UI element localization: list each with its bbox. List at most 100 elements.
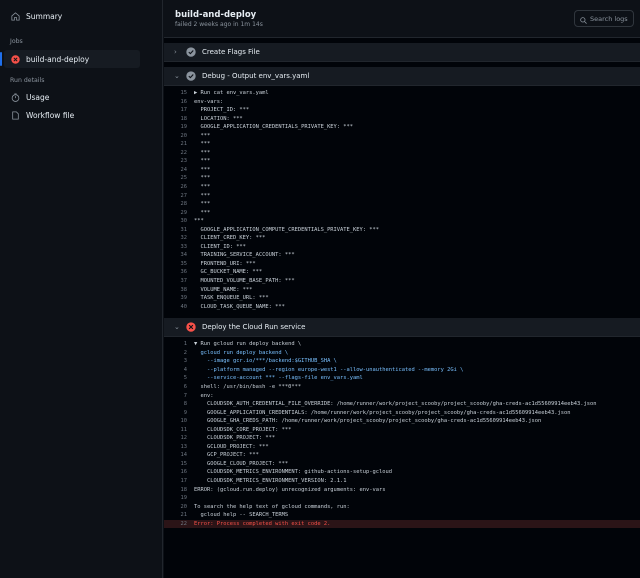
log-text: gcloud run deploy backend \ [194, 349, 289, 356]
line-number[interactable]: 19 [164, 123, 194, 132]
line-number[interactable]: 27 [164, 192, 194, 201]
line-number[interactable]: 39 [164, 294, 194, 303]
step-name: Create Flags File [202, 48, 260, 56]
line-number[interactable]: 36 [164, 268, 194, 277]
sidebar-item-summary[interactable]: Summary [0, 7, 162, 25]
line-number[interactable]: 13 [164, 443, 194, 452]
step-deploy-cloud-run[interactable]: ⌄ Deploy the Cloud Run service [164, 318, 640, 338]
line-number[interactable]: 28 [164, 200, 194, 209]
log-line: 25 *** [164, 174, 640, 183]
log-line: 15 ▶ Run cat env_vars.yaml [164, 89, 640, 98]
log-text: *** [194, 192, 211, 199]
sidebar-item-workflow-file[interactable]: Workflow file [0, 106, 162, 124]
line-number[interactable]: 30 [164, 217, 194, 226]
line-number[interactable]: 32 [164, 234, 194, 243]
log-line: 21 *** [164, 140, 640, 149]
log-line: 18 ERROR: (gcloud.run.deploy) unrecognize… [164, 486, 640, 495]
line-number[interactable]: 24 [164, 166, 194, 175]
step-debug-output[interactable]: ⌄ Debug - Output env_vars.yaml [164, 67, 640, 86]
log-text: CLOUDSDK_METRICS_ENVIRONMENT_VERSION: 2.… [194, 477, 347, 484]
line-number[interactable]: 38 [164, 286, 194, 295]
log-text: *** [194, 201, 211, 208]
line-number[interactable]: 29 [164, 209, 194, 218]
line-number[interactable]: 25 [164, 174, 194, 183]
log-text: --image gcr.io/***/backend:$GITHUB_SHA \ [194, 358, 337, 365]
log-text: --platform managed --region europe-west1… [194, 366, 464, 373]
log-text: CLIENT_CRED_KEY: *** [194, 235, 266, 242]
log-line: 38 VOLUME_NAME: *** [164, 286, 640, 295]
log-text: ▶ Run cat env_vars.yaml [194, 90, 269, 96]
line-number[interactable]: 18 [164, 115, 194, 124]
line-number[interactable]: 26 [164, 183, 194, 192]
line-number[interactable]: 5 [164, 374, 194, 383]
log-line: 16 CLOUDSDK_METRICS_ENVIRONMENT: github-… [164, 468, 640, 477]
log-text: To search the help text of gcloud comman… [194, 503, 350, 510]
log-text: ▼ Run gcloud run deploy backend \ [194, 341, 302, 348]
log-text: PROJECT_ID: *** [194, 107, 250, 114]
log-text: CLOUDSDK_METRICS_ENVIRONMENT: github-act… [194, 469, 392, 476]
job-status-text: failed 2 weeks ago in 1m 14s [175, 21, 263, 28]
line-number[interactable]: 22 [164, 149, 194, 158]
log-text: CLOUD_TASK_QUEUE_NAME: *** [194, 303, 285, 310]
search-logs[interactable] [574, 10, 634, 27]
log-line: 10 GOOGLE_GHA_CREDS_PATH: /home/runner/w… [164, 417, 640, 426]
log-line: 9 GOOGLE_APPLICATION_CREDENTIALS: /home/… [164, 409, 640, 418]
line-number[interactable]: 35 [164, 260, 194, 269]
line-number[interactable]: 19 [164, 494, 194, 503]
job-title: build-and-deploy [175, 10, 257, 20]
line-number[interactable]: 16 [164, 468, 194, 477]
line-number[interactable]: 31 [164, 226, 194, 235]
line-number[interactable]: 7 [164, 392, 194, 401]
line-number[interactable]: 34 [164, 251, 194, 260]
log-text: CLOUDSDK_AUTH_CREDENTIAL_FILE_OVERRIDE: … [194, 401, 597, 408]
line-number[interactable]: 22 [164, 520, 194, 529]
line-number[interactable]: 4 [164, 366, 194, 375]
line-number[interactable]: 14 [164, 451, 194, 460]
log-text: Error: Process completed with exit code … [194, 520, 331, 527]
log-text: GC_BUCKET_NAME: *** [194, 269, 263, 276]
line-number[interactable]: 40 [164, 303, 194, 312]
log-text: *** [194, 166, 211, 173]
line-number[interactable]: 16 [164, 98, 194, 107]
line-number[interactable]: 12 [164, 434, 194, 443]
line-number[interactable]: 21 [164, 140, 194, 149]
step-create-flags-file[interactable]: › Create Flags File [164, 43, 640, 62]
log-line: 26 *** [164, 183, 640, 192]
line-number[interactable]: 37 [164, 277, 194, 286]
line-number[interactable]: 20 [164, 503, 194, 512]
log-text: *** [194, 158, 211, 165]
line-number[interactable]: 18 [164, 486, 194, 495]
log-line: 30 *** [164, 217, 640, 226]
line-number[interactable]: 3 [164, 357, 194, 366]
log-line: 8 CLOUDSDK_AUTH_CREDENTIAL_FILE_OVERRIDE… [164, 400, 640, 409]
line-number[interactable]: 17 [164, 477, 194, 486]
log-text: env-vars: [194, 98, 224, 105]
sidebar-item-label: build-and-deploy [26, 54, 90, 64]
line-number[interactable]: 8 [164, 400, 194, 409]
line-number[interactable]: 20 [164, 132, 194, 141]
line-number[interactable]: 9 [164, 409, 194, 418]
line-number[interactable]: 33 [164, 243, 194, 252]
log-line: 40 CLOUD_TASK_QUEUE_NAME: *** [164, 303, 640, 312]
log-text: *** [194, 149, 211, 156]
line-number[interactable]: 2 [164, 349, 194, 358]
log-text: GOOGLE_APPLICATION_CREDENTIALS_PRIVATE_K… [194, 124, 354, 131]
line-number[interactable]: 21 [164, 511, 194, 520]
line-number[interactable]: 11 [164, 426, 194, 435]
log-line: 24 *** [164, 166, 640, 175]
log-text: FRONTEND_URI: *** [194, 260, 256, 267]
line-number[interactable]: 1 [164, 340, 194, 349]
line-number[interactable]: 6 [164, 383, 194, 392]
line-number[interactable]: 10 [164, 417, 194, 426]
log-line: 14 GCP_PROJECT: *** [164, 451, 640, 460]
sidebar-item-usage[interactable]: Usage [0, 88, 162, 106]
search-input[interactable] [590, 14, 634, 23]
line-number[interactable]: 17 [164, 106, 194, 115]
line-number[interactable]: 23 [164, 157, 194, 166]
sidebar-item-build-and-deploy[interactable]: build-and-deploy [0, 50, 140, 68]
log-line: 6 shell: /usr/bin/bash -e ***0*** [164, 383, 640, 392]
line-number[interactable]: 15 [164, 89, 194, 98]
log-line: 7 env: [164, 392, 640, 401]
failure-icon [186, 322, 196, 332]
line-number[interactable]: 15 [164, 460, 194, 469]
